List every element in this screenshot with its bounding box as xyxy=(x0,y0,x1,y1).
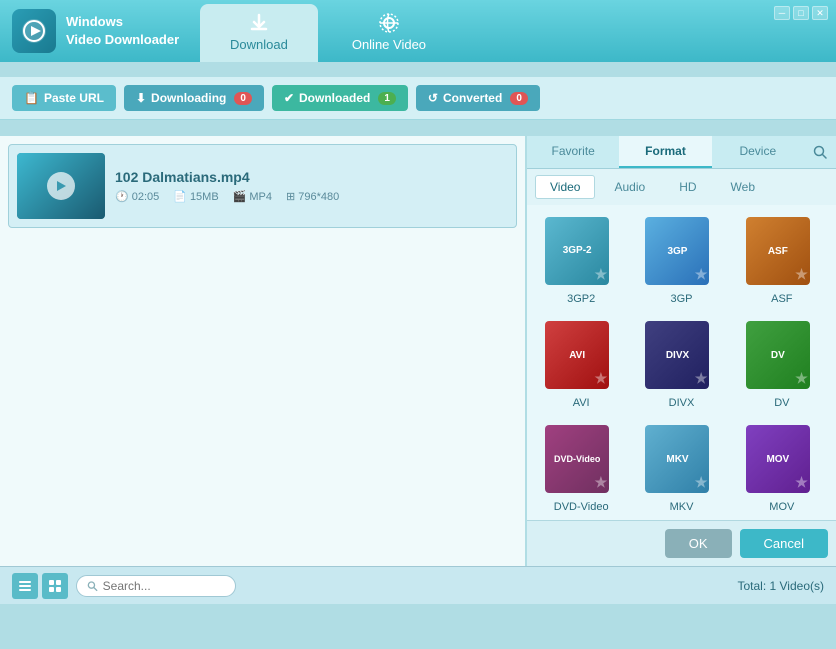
total-label: Total: 1 Video(s) xyxy=(738,579,825,593)
format-mov[interactable]: MOV MOV xyxy=(736,421,828,517)
file-meta: 🕐 02:05 📄 15MB 🎬 MP4 ⊞ 796*480 xyxy=(115,190,508,203)
format-divx[interactable]: DIVX DIVX xyxy=(635,317,727,413)
app-logo xyxy=(12,9,56,53)
format-icon-avi: AVI xyxy=(545,321,617,393)
format-3gp[interactable]: 3GP 3GP xyxy=(635,213,727,309)
size-meta: 📄 15MB xyxy=(173,190,218,203)
file-info: 102 Dalmatians.mp4 🕐 02:05 📄 15MB 🎬 MP4 xyxy=(115,169,508,203)
subtab-video[interactable]: Video xyxy=(535,175,595,199)
toolbar: 📋 Paste URL ⬇ Downloading 0 ✔ Downloaded… xyxy=(0,77,836,120)
format-dvd[interactable]: DVD-Video DVD-Video xyxy=(535,421,627,517)
format-icon-3gp2: 3GP-2 xyxy=(545,217,617,289)
format-meta: 🎬 MP4 xyxy=(233,190,272,203)
file-item[interactable]: 102 Dalmatians.mp4 🕐 02:05 📄 15MB 🎬 MP4 xyxy=(8,144,517,228)
format-panel-tabs: Favorite Format Device xyxy=(527,136,836,169)
list-view-button[interactable] xyxy=(12,573,38,599)
format-icon-dv: DV xyxy=(746,321,818,393)
main-tabs: Download Online Video xyxy=(200,0,766,62)
format-icon: 🎬 xyxy=(233,190,247,203)
view-buttons xyxy=(12,573,68,599)
window-controls: ─ □ ✕ xyxy=(766,0,836,62)
tab-online-video[interactable]: Online Video xyxy=(322,4,456,62)
search-input[interactable] xyxy=(103,579,225,593)
minimize-button[interactable]: ─ xyxy=(774,6,790,20)
check-icon: ✔ xyxy=(284,91,294,105)
subtab-web[interactable]: Web xyxy=(716,175,770,199)
convert-icon: ↺ xyxy=(428,91,438,105)
format-mkv[interactable]: MKV MKV xyxy=(635,421,727,517)
cancel-button[interactable]: Cancel xyxy=(740,529,828,558)
clock-icon: 🕐 xyxy=(115,190,129,203)
ok-button[interactable]: OK xyxy=(665,529,732,558)
close-button[interactable]: ✕ xyxy=(812,6,828,20)
converted-badge: 0 xyxy=(510,92,528,105)
format-icon-3gp: 3GP xyxy=(645,217,717,289)
file-name: 102 Dalmatians.mp4 xyxy=(115,169,508,185)
format-icon-dvd: DVD-Video xyxy=(545,425,617,497)
main-content: 102 Dalmatians.mp4 🕐 02:05 📄 15MB 🎬 MP4 xyxy=(0,136,836,566)
subtab-hd[interactable]: HD xyxy=(664,175,711,199)
format-panel: Favorite Format Device Video Audio HD We… xyxy=(526,136,836,566)
resolution-meta: ⊞ 796*480 xyxy=(286,190,339,203)
status-bar: Total: 1 Video(s) xyxy=(0,566,836,604)
maximize-button[interactable]: □ xyxy=(793,6,809,20)
play-button xyxy=(47,172,75,200)
clipboard-icon: 📋 xyxy=(24,91,39,105)
tab-download[interactable]: Download xyxy=(200,4,318,62)
subtab-audio[interactable]: Audio xyxy=(599,175,660,199)
format-asf[interactable]: ASF ASF xyxy=(736,213,828,309)
header: Windows Video Downloader Download Online… xyxy=(0,0,836,62)
file-list: 102 Dalmatians.mp4 🕐 02:05 📄 15MB 🎬 MP4 xyxy=(0,136,526,566)
downloading-button[interactable]: ⬇ Downloading 0 xyxy=(124,85,264,111)
format-icon-mkv: MKV xyxy=(645,425,717,497)
duration-meta: 🕐 02:05 xyxy=(115,190,159,203)
tab-favorite[interactable]: Favorite xyxy=(527,136,619,168)
app-info: Windows Video Downloader xyxy=(0,0,200,62)
downloaded-button[interactable]: ✔ Downloaded 1 xyxy=(272,85,408,111)
format-sub-tabs: Video Audio HD Web xyxy=(527,169,836,205)
file-thumbnail xyxy=(17,153,105,219)
search-box xyxy=(76,575,236,597)
tab-device[interactable]: Device xyxy=(712,136,804,168)
grid-view-button[interactable] xyxy=(42,573,68,599)
format-actions: OK Cancel xyxy=(527,520,836,566)
format-icon-asf: ASF xyxy=(746,217,818,289)
format-avi[interactable]: AVI AVI xyxy=(535,317,627,413)
file-icon: 📄 xyxy=(173,190,187,203)
format-grid: 3GP-2 3GP2 3GP 3GP ASF xyxy=(527,205,836,520)
resolution-icon: ⊞ xyxy=(286,190,295,203)
downloaded-badge: 1 xyxy=(378,92,396,105)
download-icon: ⬇ xyxy=(136,91,146,105)
format-icon-mov: MOV xyxy=(746,425,818,497)
app-title: Windows Video Downloader xyxy=(66,13,179,49)
format-3gp2[interactable]: 3GP-2 3GP2 xyxy=(535,213,627,309)
tab-search[interactable] xyxy=(804,136,836,168)
format-dv[interactable]: DV DV xyxy=(736,317,828,413)
tab-format[interactable]: Format xyxy=(619,136,711,168)
downloading-badge: 0 xyxy=(234,92,252,105)
paste-url-button[interactable]: 📋 Paste URL xyxy=(12,85,116,111)
converted-button[interactable]: ↺ Converted 0 xyxy=(416,85,540,111)
format-icon-divx: DIVX xyxy=(645,321,717,393)
